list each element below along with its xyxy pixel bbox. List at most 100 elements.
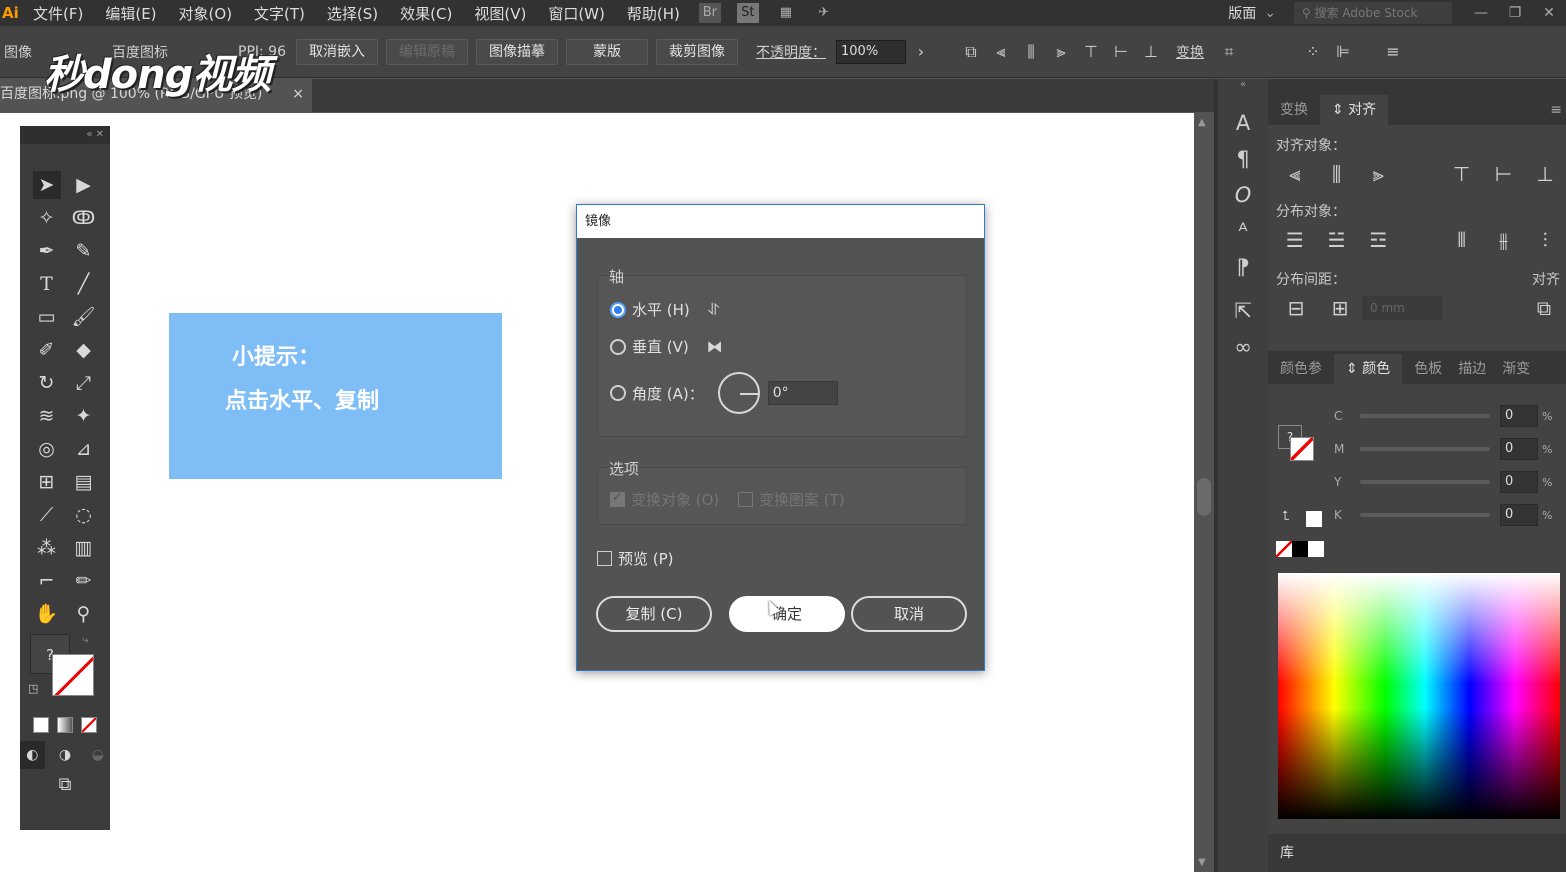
puppet-warp-tool-icon[interactable]: ✦ xyxy=(70,402,98,430)
character-styles-icon[interactable]: ᴬ xyxy=(1218,213,1268,249)
column-graph-tool-icon[interactable]: ▥ xyxy=(70,534,98,562)
vertical-distribute-space-icon[interactable]: ⊟ xyxy=(1274,293,1318,323)
vertical-align-bottom-icon[interactable]: ⊥ xyxy=(1524,159,1566,189)
transform-objects-row[interactable]: 变换对象 (O) xyxy=(610,489,719,510)
close-icon[interactable]: ✕ xyxy=(1532,5,1566,21)
eraser-tool-icon[interactable]: ◆ xyxy=(70,336,98,364)
line-tool-icon[interactable]: ╱ xyxy=(70,270,98,298)
gradient-tool-icon[interactable]: ▤ xyxy=(70,468,98,496)
mask-button[interactable]: 蒙版 xyxy=(566,38,648,65)
spacing-input[interactable]: 0 mm xyxy=(1362,296,1442,320)
panel-menu-icon[interactable]: ≡ xyxy=(1378,40,1408,64)
vertical-radio[interactable] xyxy=(610,338,626,355)
opentype-panel-icon[interactable]: O xyxy=(1218,177,1268,213)
c-slider[interactable] xyxy=(1360,414,1490,418)
minimize-icon[interactable]: — xyxy=(1464,5,1498,21)
vertical-align-top-icon[interactable]: ⊤ xyxy=(1441,159,1483,189)
horizontal-distribute-right-icon[interactable]: ⫶ xyxy=(1524,225,1566,255)
y-input[interactable]: 0 xyxy=(1500,471,1538,493)
draw-behind-icon[interactable]: ◑ xyxy=(53,741,78,769)
m-slider[interactable] xyxy=(1360,447,1490,451)
curvature-tool-icon[interactable]: ✎ xyxy=(70,237,98,265)
mesh-tool-icon[interactable]: ⊞ xyxy=(33,468,61,496)
warp-tool-icon[interactable]: ≋ xyxy=(33,402,61,430)
stock-icon[interactable]: St xyxy=(736,3,759,23)
arrange-documents-icon[interactable]: ▦ xyxy=(775,3,797,23)
horizontal-distribute-center-icon[interactable]: ⫵ xyxy=(1483,225,1525,255)
align-bottom-icon[interactable]: ⊥ xyxy=(1136,40,1166,64)
bridge-icon[interactable]: Br xyxy=(698,3,721,23)
vertical-radio-row[interactable]: 垂直 (V) ⧓ xyxy=(610,336,723,357)
align-right-icon[interactable]: ⫸ xyxy=(1046,40,1076,64)
chevron-down-icon[interactable]: ⌄ xyxy=(1264,5,1276,21)
align-middle-icon[interactable]: ⊢ xyxy=(1106,40,1136,64)
panel-menu-icon[interactable]: ≡ xyxy=(1550,95,1566,125)
stock-search-input[interactable]: ⚲ 搜索 Adobe Stock xyxy=(1294,2,1452,24)
vertical-distribute-top-icon[interactable]: ☰ xyxy=(1274,225,1316,255)
preview-row[interactable]: 预览 (P) xyxy=(597,548,674,569)
vertical-distribute-bottom-icon[interactable]: ☲ xyxy=(1357,225,1399,255)
eyedropper-tool-icon[interactable]: ⟋ xyxy=(33,501,61,529)
horizontal-distribute-left-icon[interactable]: ⫴ xyxy=(1441,225,1483,255)
menu-help[interactable]: 帮助(H) xyxy=(616,3,691,24)
gradient-mode-icon[interactable] xyxy=(57,717,73,733)
direct-selection-tool-icon[interactable]: ▶ xyxy=(70,171,98,199)
angle-radio-row[interactable]: 角度 (A)： 0° xyxy=(610,372,838,414)
vertical-scrollbar[interactable]: ▲ ▼ xyxy=(1194,113,1214,872)
align-top-icon[interactable]: ⊤ xyxy=(1076,40,1106,64)
horizontal-align-left-icon[interactable]: ⫷ xyxy=(1274,159,1316,189)
menu-edit[interactable]: 编辑(E) xyxy=(94,3,167,24)
opacity-label[interactable]: 不透明度： xyxy=(746,42,836,62)
vertical-distribute-center-icon[interactable]: ☱ xyxy=(1316,225,1358,255)
color-spectrum[interactable] xyxy=(1278,573,1560,819)
none-swatch[interactable] xyxy=(1276,541,1292,557)
zoom-tool-icon[interactable]: ⚲ xyxy=(70,600,98,628)
screen-mode-icon[interactable]: ⧉ xyxy=(51,771,79,799)
align-center-icon[interactable]: ⫼ xyxy=(1016,40,1046,64)
horizontal-radio[interactable] xyxy=(610,301,626,318)
copy-button[interactable]: 复制 (C) xyxy=(596,596,712,632)
menu-window[interactable]: 窗口(W) xyxy=(537,3,616,24)
m-input[interactable]: 0 xyxy=(1500,438,1538,460)
lasso-tool-icon[interactable]: ↂ xyxy=(70,204,98,232)
menu-view[interactable]: 视图(V) xyxy=(463,3,537,24)
tab-stroke[interactable]: 描边 xyxy=(1454,354,1490,384)
menu-object[interactable]: 对象(O) xyxy=(168,3,244,24)
unembed-button[interactable]: 取消嵌入 xyxy=(296,38,378,65)
y-slider[interactable] xyxy=(1360,480,1490,484)
color-mode-icon[interactable] xyxy=(33,717,49,733)
close-tab-icon[interactable]: × xyxy=(292,79,304,109)
workspace-switcher[interactable]: 版面 xyxy=(1228,3,1256,23)
c-input[interactable]: 0 xyxy=(1500,405,1538,427)
align-left-icon[interactable]: ⫷ xyxy=(986,40,1016,64)
paragraph-styles-icon[interactable]: ⁋ xyxy=(1218,249,1268,285)
menu-effect[interactable]: 效果(C) xyxy=(389,3,463,24)
align-to-icon[interactable]: ⧉ xyxy=(956,40,986,64)
selection-tool-icon[interactable]: ➤ xyxy=(32,170,61,199)
menu-select[interactable]: 选择(S) xyxy=(316,3,389,24)
menu-type[interactable]: 文字(T) xyxy=(243,3,316,24)
distribute-icon[interactable]: ⊫ xyxy=(1328,40,1358,64)
tools-panel-header[interactable]: « ✕ xyxy=(20,126,110,144)
horizontal-radio-row[interactable]: 水平 (H) ⥯ xyxy=(610,299,720,320)
type-tool-icon[interactable]: T xyxy=(33,270,61,298)
none-mode-icon[interactable] xyxy=(81,717,97,733)
maximize-icon[interactable]: ❐ xyxy=(1498,5,1532,21)
menu-file[interactable]: 文件(F) xyxy=(22,3,94,24)
collapse-icon[interactable]: « xyxy=(1218,79,1268,93)
transform-patterns-row[interactable]: 变换图案 (T) xyxy=(738,489,845,510)
character-panel-icon[interactable]: A xyxy=(1218,105,1268,141)
default-fill-stroke-icon[interactable]: ◳ xyxy=(28,682,38,695)
white-swatch[interactable] xyxy=(1306,511,1322,527)
rectangle-tool-icon[interactable]: ▭ xyxy=(33,303,61,331)
swap-fill-stroke-icon[interactable]: ⤷ xyxy=(82,632,89,647)
k-slider[interactable] xyxy=(1360,513,1490,517)
pen-tool-icon[interactable]: ✒ xyxy=(33,237,61,265)
scale-tool-icon[interactable]: ⤢ xyxy=(70,369,98,397)
shape-builder-tool-icon[interactable]: ◎ xyxy=(33,435,61,463)
paintbrush-tool-icon[interactable]: 🖌 xyxy=(70,303,98,331)
image-trace-button[interactable]: 图像描摹 xyxy=(476,38,558,65)
out-of-gamut-icon[interactable]: ⮤ xyxy=(1282,509,1290,524)
draw-normal-icon[interactable]: ◐ xyxy=(20,741,45,769)
perspective-grid-tool-icon[interactable]: ⊿ xyxy=(70,435,98,463)
